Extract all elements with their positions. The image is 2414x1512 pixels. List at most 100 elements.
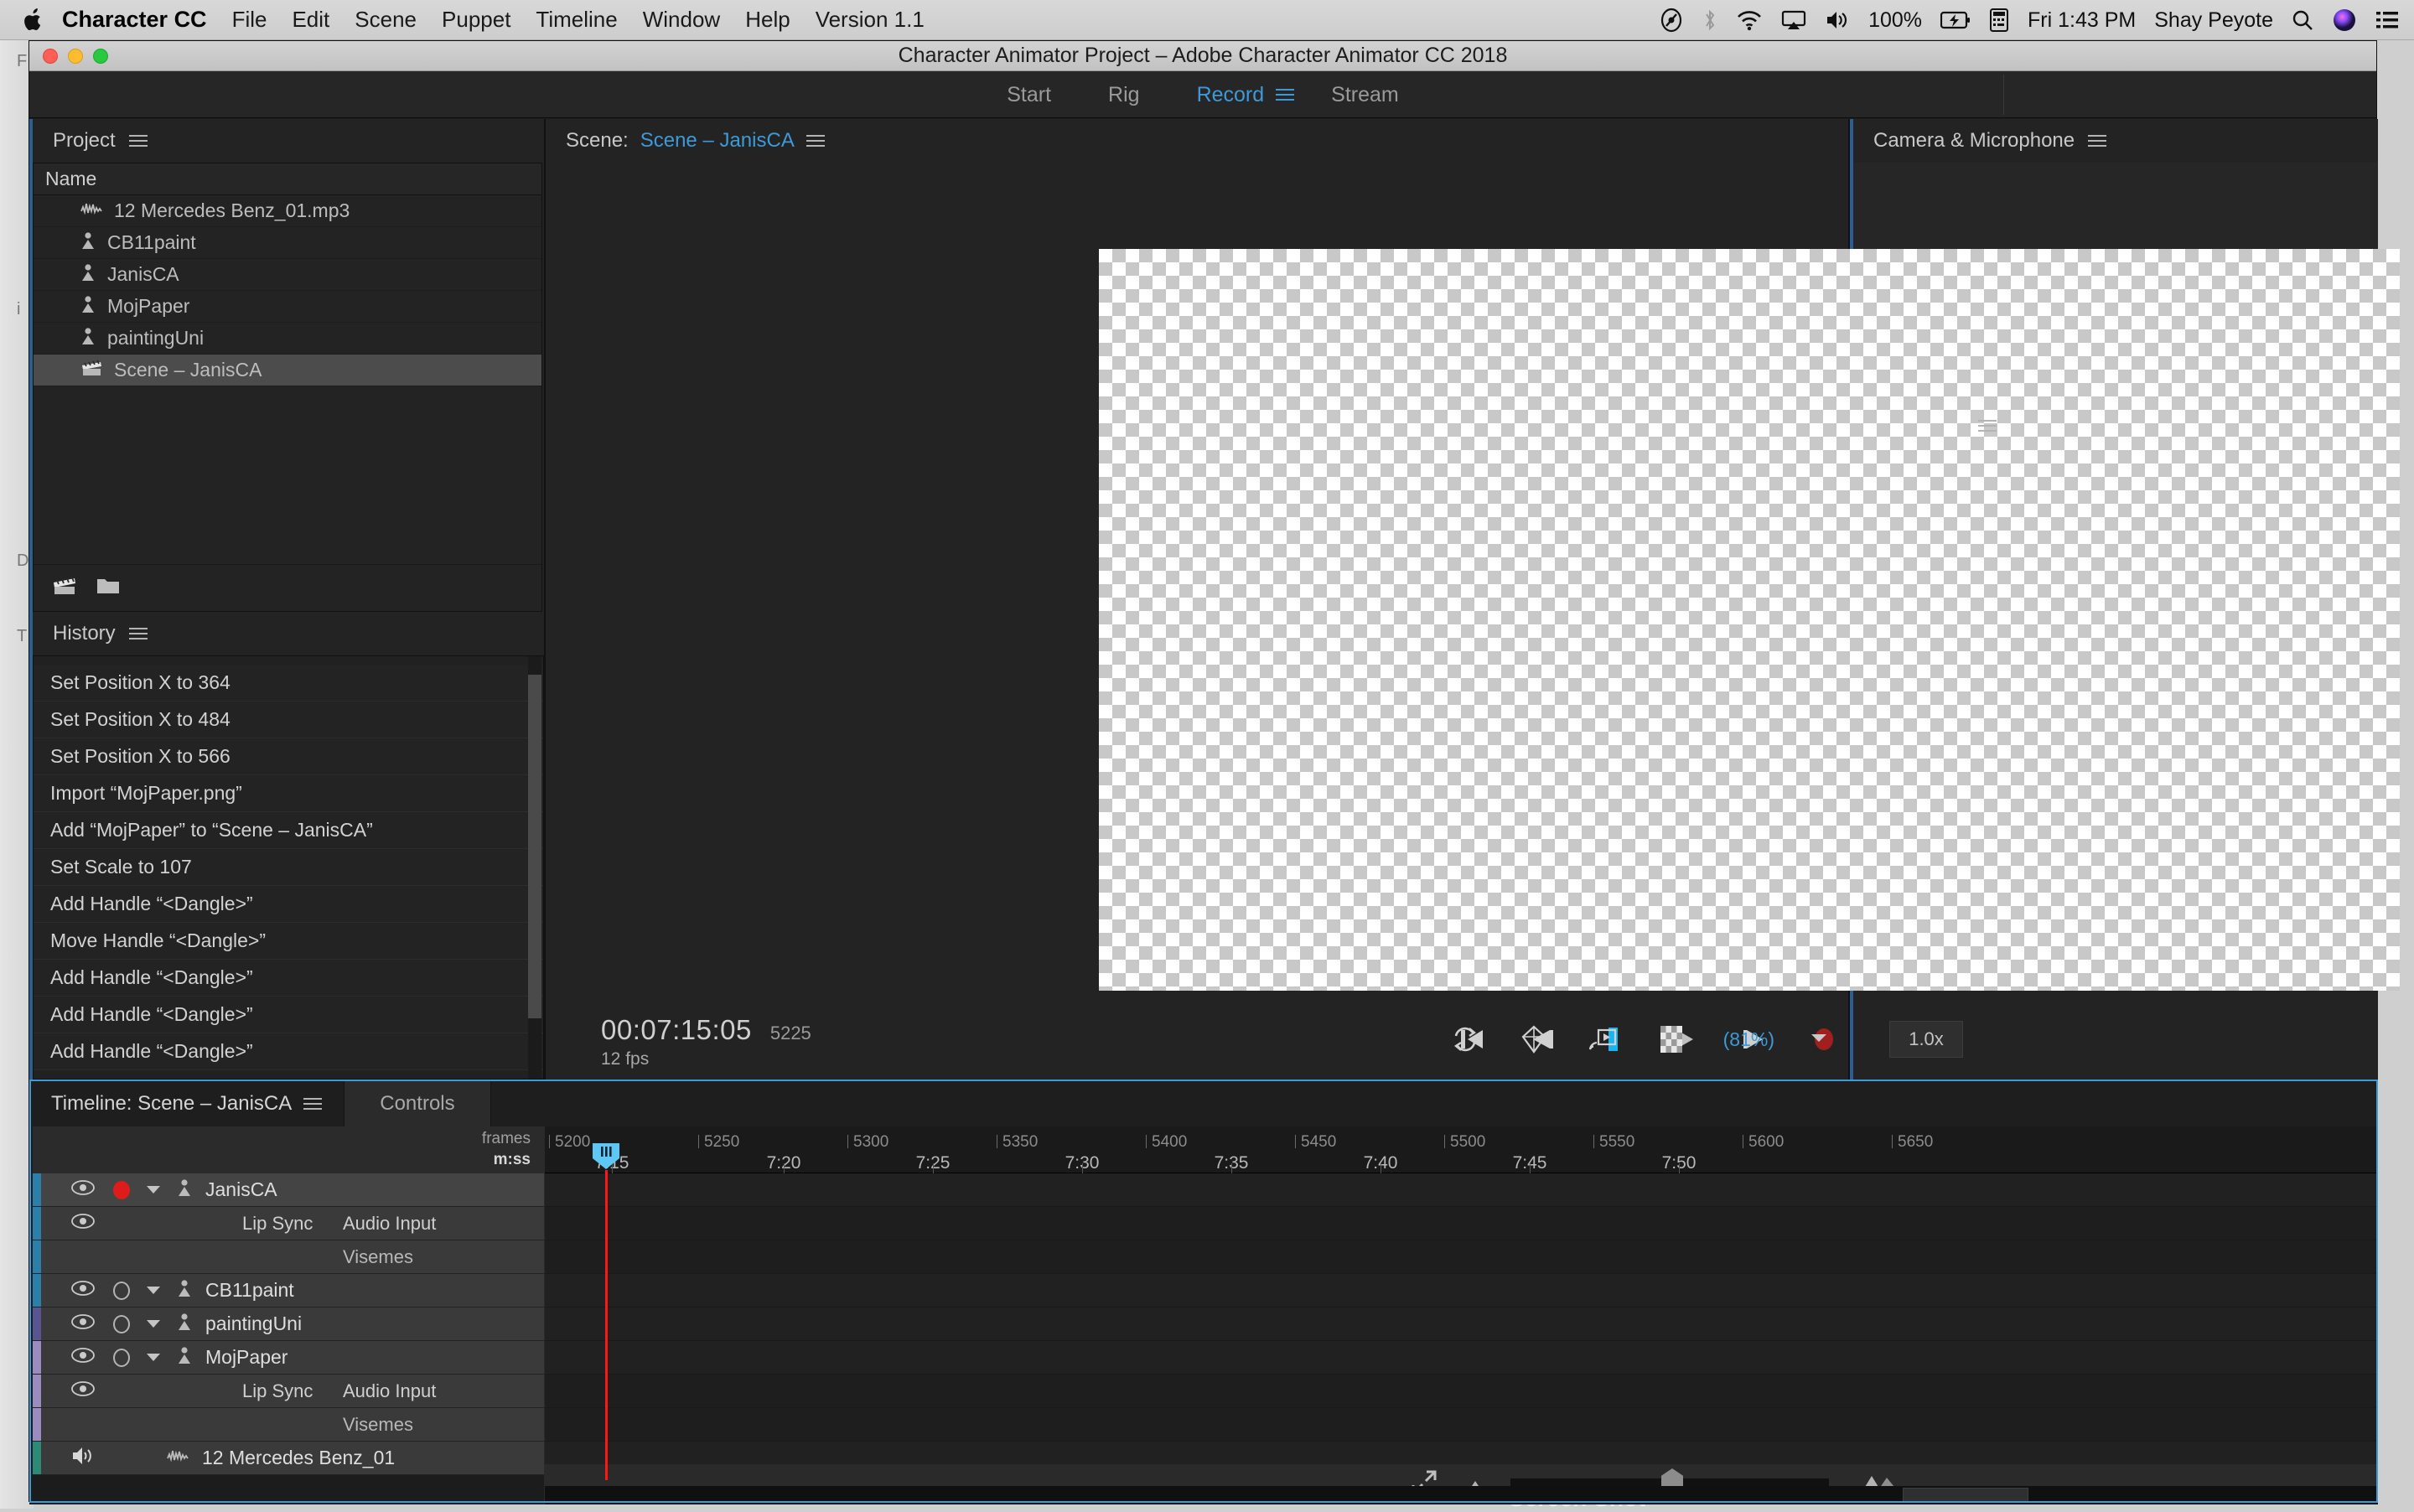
eye-visibility-icon[interactable] <box>71 1381 95 1401</box>
speaker-volume-icon[interactable] <box>71 1446 95 1470</box>
scene-panel-name[interactable]: Scene – JanisCA <box>640 129 795 153</box>
tab-record[interactable]: Record <box>1168 71 1293 118</box>
timeline-lane[interactable] <box>545 1341 2378 1375</box>
timeline-lane[interactable] <box>545 1408 2378 1442</box>
chevron-down-icon[interactable] <box>147 1354 160 1361</box>
menu-puppet[interactable]: Puppet <box>442 7 510 33</box>
project-item-audio[interactable]: 12 Mercedes Benz_01.mp3 <box>34 195 541 227</box>
history-item[interactable]: Add Handle “<Dangle>” <box>34 960 543 997</box>
track-header-audio[interactable]: 12 Mercedes Benz_01 <box>33 1442 544 1475</box>
tab-start[interactable]: Start <box>978 71 1080 118</box>
track-header-janisca[interactable]: JanisCA <box>33 1173 544 1207</box>
tab-stream[interactable]: Stream <box>1303 71 1427 118</box>
input-source-icon[interactable] <box>1989 8 2009 32</box>
diamond-origami-icon[interactable] <box>1517 1023 1551 1056</box>
playback-speed-button[interactable]: 1.0x <box>1889 1021 1963 1058</box>
menu-version[interactable]: Version 1.1 <box>816 7 925 33</box>
eye-visibility-icon[interactable] <box>71 1180 95 1199</box>
project-item-cb11paint[interactable]: CB11paint <box>34 227 541 259</box>
tab-controls[interactable]: Controls <box>344 1081 490 1126</box>
bluetooth-icon[interactable] <box>1702 8 1717 33</box>
loop-arrows-icon[interactable] <box>1448 1023 1482 1056</box>
menu-scene[interactable]: Scene <box>355 7 417 33</box>
eye-visibility-icon[interactable] <box>71 1348 95 1367</box>
history-item[interactable]: Move Handle “<Dangle>” <box>34 923 543 960</box>
scene-panel-menu-icon[interactable] <box>806 134 825 148</box>
history-item[interactable]: Add “MojPaper” to “Scene – JanisCA” <box>34 812 543 849</box>
minimize-button[interactable] <box>68 49 83 64</box>
scene-canvas-transparent[interactable] <box>1099 249 2400 991</box>
chevron-down-icon[interactable] <box>147 1186 160 1194</box>
broadcast-screen-icon[interactable] <box>1586 1023 1619 1056</box>
history-item[interactable]: Add Handle “<Dangle>” <box>34 1033 543 1070</box>
history-item[interactable]: Add Handle “<Dangle>” <box>34 997 543 1033</box>
track-header-cb11paint[interactable]: CB11paint <box>33 1274 544 1307</box>
timeline-panel-menu-icon[interactable] <box>303 1097 322 1111</box>
eye-visibility-icon[interactable] <box>71 1314 95 1333</box>
timeline-lane[interactable] <box>545 1240 2378 1274</box>
project-item-mojpaper[interactable]: MojPaper <box>34 291 541 323</box>
timeline-scrollbar-thumb[interactable] <box>1903 1488 2028 1503</box>
window-titlebar[interactable]: Character Animator Project – Adobe Chara… <box>29 41 2376 71</box>
project-panel-menu-icon[interactable] <box>129 134 148 148</box>
menubar-clock[interactable]: Fri 1:43 PM <box>2028 8 2136 33</box>
history-item[interactable]: Set Scale to 107 <box>34 849 543 886</box>
tab-timeline[interactable]: Timeline: Scene – JanisCA <box>29 1081 344 1126</box>
project-column-header[interactable]: Name <box>34 163 541 195</box>
ncsoft-icon[interactable] <box>1659 8 1684 33</box>
menu-timeline[interactable]: Timeline <box>536 7 617 33</box>
timeline-ruler[interactable]: 5200 5250 5300 5350 5400 5450 5500 5550 … <box>545 1126 2378 1173</box>
menu-edit[interactable]: Edit <box>292 7 329 33</box>
menu-help[interactable]: Help <box>745 7 790 33</box>
timeline-lane[interactable] <box>545 1173 2378 1207</box>
close-button[interactable] <box>43 49 58 64</box>
eye-visibility-icon[interactable] <box>71 1281 95 1300</box>
menubar-app-name[interactable]: Character CC <box>62 7 207 33</box>
battery-percent[interactable]: 100% <box>1868 8 1922 33</box>
scene-canvas-area[interactable]: 00:07:15:05 5225 12 fps <box>546 163 1848 1080</box>
project-item-janisca[interactable]: JanisCA <box>34 259 541 291</box>
canvas-zoom-level[interactable]: (81%) <box>1723 1028 1774 1051</box>
arm-for-record-icon[interactable] <box>113 1181 130 1199</box>
track-header-lipsync-1[interactable]: Lip Sync Audio Input <box>33 1207 544 1240</box>
project-item-paintinguni[interactable]: paintingUni <box>34 323 541 355</box>
track-header-mojpaper[interactable]: MojPaper <box>33 1341 544 1375</box>
arm-for-record-icon[interactable] <box>113 1349 130 1367</box>
chevron-down-icon[interactable] <box>147 1287 160 1294</box>
history-scrollbar-thumb[interactable] <box>528 675 541 1018</box>
eye-visibility-icon[interactable] <box>71 1214 95 1233</box>
history-item[interactable]: Set Position X to 484 <box>34 702 543 738</box>
battery-charging-icon[interactable] <box>1940 11 1971 29</box>
notification-center-icon[interactable] <box>2375 10 2399 30</box>
airplay-icon[interactable] <box>1781 9 1806 31</box>
timeline-lane[interactable] <box>545 1207 2378 1240</box>
tab-rig[interactable]: Rig <box>1080 71 1168 118</box>
arm-for-record-icon[interactable] <box>113 1315 130 1333</box>
timeline-horizontal-scrollbar[interactable] <box>545 1486 2378 1504</box>
workspace-menu-icon[interactable] <box>1276 88 1294 101</box>
track-header-visemes-1[interactable]: Visemes <box>33 1240 544 1274</box>
history-item[interactable]: Set Position X to 566 <box>34 738 543 775</box>
new-scene-clapper-icon[interactable] <box>52 575 77 601</box>
wifi-icon[interactable] <box>1736 9 1763 31</box>
spotlight-search-icon[interactable] <box>2292 9 2313 31</box>
timeline-lane[interactable] <box>545 1307 2378 1341</box>
chevron-down-icon[interactable] <box>147 1320 160 1328</box>
track-header-paintinguni[interactable]: paintingUni <box>33 1307 544 1341</box>
menu-window[interactable]: Window <box>643 7 720 33</box>
chevron-down-icon[interactable] <box>1810 1031 1828 1049</box>
siri-icon[interactable] <box>2332 8 2357 33</box>
volume-icon[interactable] <box>1825 9 1850 31</box>
menubar-username[interactable]: Shay Peyote <box>2154 8 2273 33</box>
timeline-lanes-area[interactable]: 5200 5250 5300 5350 5400 5450 5500 5550 … <box>544 1126 2378 1504</box>
track-header-lipsync-2[interactable]: Lip Sync Audio Input <box>33 1375 544 1408</box>
timeline-lane[interactable] <box>545 1375 2378 1408</box>
timeline-lane[interactable] <box>545 1274 2378 1307</box>
apple-logo-icon[interactable] <box>22 8 44 33</box>
track-header-visemes-2[interactable]: Visemes <box>33 1408 544 1442</box>
history-item[interactable]: Add Handle “<Dangle>” <box>34 886 543 923</box>
project-item-scene[interactable]: Scene – JanisCA <box>34 355 541 386</box>
history-panel-menu-icon[interactable] <box>129 627 148 640</box>
playhead-handle[interactable] <box>591 1142 621 1170</box>
history-item[interactable]: Import “MojPaper.png” <box>34 775 543 812</box>
